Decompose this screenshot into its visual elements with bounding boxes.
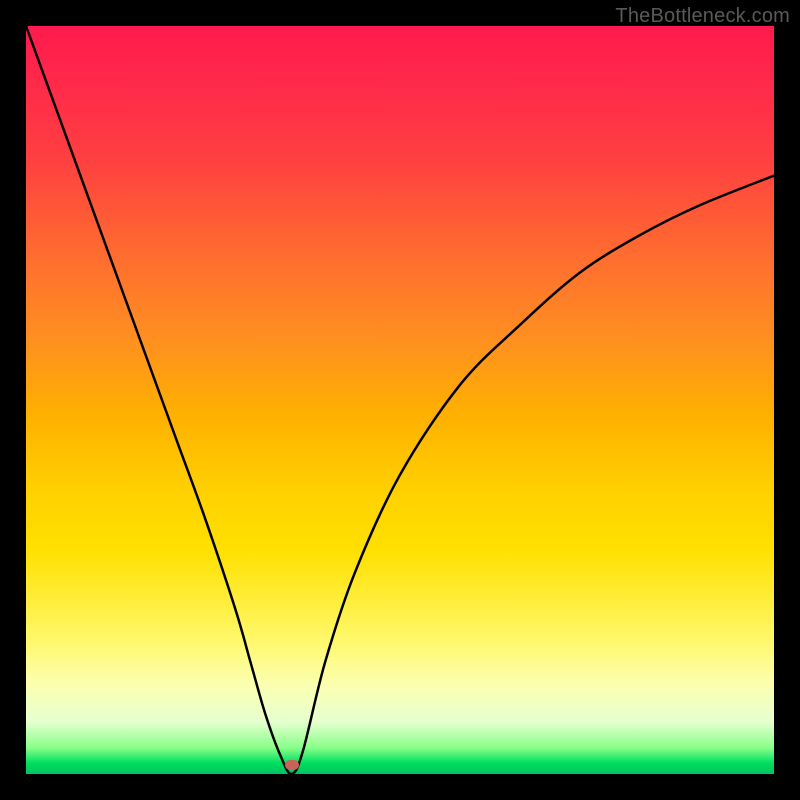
watermark-text: TheBottleneck.com	[615, 5, 790, 28]
minimum-marker	[285, 760, 299, 770]
bottleneck-curve	[26, 26, 774, 774]
chart-stage: TheBottleneck.com	[0, 0, 800, 800]
plot-area	[26, 26, 774, 774]
curve-layer	[26, 26, 774, 774]
